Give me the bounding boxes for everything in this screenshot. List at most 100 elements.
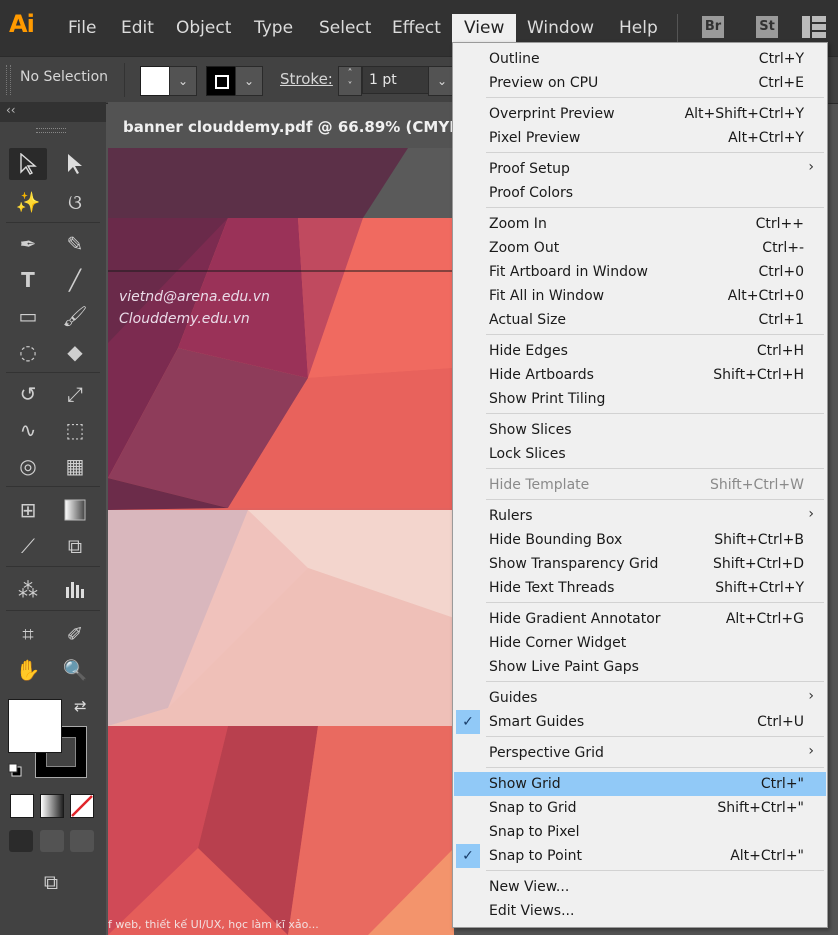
menu-item-new-view[interactable]: New View... (454, 875, 826, 899)
stroke-swatch[interactable] (206, 66, 236, 96)
document-tab[interactable]: banner clouddemy.pdf @ 66.89% (CMYK/G (108, 102, 454, 148)
menu-item-edit-views[interactable]: Edit Views... (454, 899, 826, 923)
type-tool[interactable]: T (9, 264, 47, 296)
menu-item-rulers[interactable]: Rulers › (454, 504, 826, 528)
menu-view[interactable]: View (452, 14, 517, 42)
bridge-button[interactable]: Br (702, 16, 724, 38)
stroke-dropdown[interactable]: ⌄ (235, 66, 263, 96)
control-bar-grip[interactable] (6, 65, 11, 95)
menu-item-lock-slices[interactable]: Lock Slices (454, 442, 826, 466)
scale-tool[interactable]: ⤢ (56, 378, 94, 410)
menu-effect[interactable]: Effect (392, 14, 441, 42)
menu-separator (486, 413, 824, 414)
menu-item-hide-text-threads[interactable]: Hide Text Threads Shift+Ctrl+Y (454, 576, 826, 600)
paintbrush-tool[interactable]: 🖌 (56, 300, 94, 332)
menu-item-fit-artboard[interactable]: Fit Artboard in Window Ctrl+0 (454, 260, 826, 284)
menu-file[interactable]: File (68, 14, 96, 42)
menu-item-show-slices[interactable]: Show Slices (454, 418, 826, 442)
menu-item-guides[interactable]: Guides › (454, 686, 826, 710)
workspace-grid-icon[interactable] (802, 16, 826, 42)
menu-item-actual-size[interactable]: Actual Size Ctrl+1 (454, 308, 826, 332)
mesh-tool[interactable]: ⊞ (9, 494, 47, 526)
fill-swatch[interactable] (140, 66, 170, 96)
perspective-grid-tool[interactable]: ▦ (56, 450, 94, 482)
shape-builder-tool[interactable]: ◎ (9, 450, 47, 482)
stock-button[interactable]: St (756, 16, 778, 38)
rectangle-tool[interactable]: ▭ (9, 300, 47, 332)
menu-item-show-live-paint-gaps[interactable]: Show Live Paint Gaps (454, 655, 826, 679)
stroke-label[interactable]: Stroke: (280, 70, 333, 88)
gradient-tool[interactable] (56, 494, 94, 526)
shaper-tool[interactable]: ◌ (9, 336, 47, 368)
menu-item-snap-to-point[interactable]: ✓ Snap to Point Alt+Ctrl+" (454, 844, 826, 868)
draw-behind-icon[interactable] (40, 830, 64, 852)
menu-item-perspective-grid[interactable]: Perspective Grid › (454, 741, 826, 765)
curvature-tool[interactable]: ✎ (56, 228, 94, 260)
menu-edit[interactable]: Edit (121, 14, 154, 42)
menu-item-outline[interactable]: Outline Ctrl+Y (454, 47, 826, 71)
direct-selection-tool[interactable] (56, 148, 94, 180)
menu-item-hide-artboards[interactable]: Hide Artboards Shift+Ctrl+H (454, 363, 826, 387)
warp-tool[interactable]: ∿ (9, 414, 47, 446)
menu-item-smart-guides[interactable]: ✓ Smart Guides Ctrl+U (454, 710, 826, 734)
menu-item-show-grid[interactable]: Show Grid Ctrl+" (454, 772, 826, 796)
menu-item-overprint-preview[interactable]: Overprint Preview Alt+Shift+Ctrl+Y (454, 102, 826, 126)
footer-text: f web, thiết kế UI/UX, học làm kĩ xảo... (108, 918, 319, 931)
illustrator-logo: Ai (9, 10, 35, 38)
slice-tool[interactable]: ✐ (56, 618, 94, 650)
menu-item-preview-on-cpu[interactable]: Preview on CPU Ctrl+E (454, 71, 826, 95)
artboard-tool[interactable]: ⌗ (9, 618, 47, 650)
magic-wand-tool[interactable]: ✨ (9, 186, 47, 218)
fill-dropdown[interactable]: ⌄ (169, 66, 197, 96)
draw-inside-icon[interactable] (70, 830, 94, 852)
stroke-spinner[interactable]: ˄ ˅ (338, 66, 362, 96)
menu-item-snap-to-pixel[interactable]: Snap to Pixel (454, 820, 826, 844)
symbol-sprayer-tool[interactable]: ⁂ (9, 574, 47, 606)
pen-tool[interactable]: ✒ (9, 228, 47, 260)
menu-item-hide-gradient-annotator[interactable]: Hide Gradient Annotator Alt+Ctrl+G (454, 607, 826, 631)
menu-item-hide-corner-widget[interactable]: Hide Corner Widget (454, 631, 826, 655)
lasso-tool[interactable]: ଓ (56, 186, 94, 218)
menu-select[interactable]: Select (319, 14, 371, 42)
menu-item-snap-to-grid[interactable]: Snap to Grid Shift+Ctrl+" (454, 796, 826, 820)
selection-tool[interactable] (9, 148, 47, 180)
gradient-mode-icon[interactable] (40, 794, 64, 818)
menu-item-hide-edges[interactable]: Hide Edges Ctrl+H (454, 339, 826, 363)
zoom-tool[interactable]: 🔍 (56, 654, 94, 686)
color-mode-icon[interactable] (10, 794, 34, 818)
menu-object[interactable]: Object (176, 14, 231, 42)
collapse-toolbar-icon[interactable]: ‹‹ (6, 103, 16, 117)
submenu-arrow-icon: › (808, 159, 814, 175)
fill-color-box[interactable] (8, 699, 62, 753)
menu-type[interactable]: Type (254, 14, 293, 42)
swap-fill-stroke-icon[interactable]: ⇄ (74, 697, 87, 715)
eraser-tool[interactable]: ◆ (56, 336, 94, 368)
menu-help[interactable]: Help (619, 14, 658, 42)
column-graph-tool[interactable] (56, 574, 94, 606)
draw-normal-icon[interactable] (9, 830, 33, 852)
menu-divider (677, 14, 678, 42)
menu-item-show-transparency-grid[interactable]: Show Transparency Grid Shift+Ctrl+D (454, 552, 826, 576)
hand-tool[interactable]: ✋ (9, 654, 47, 686)
toolbar-grip[interactable] (36, 128, 66, 133)
default-fill-stroke-icon[interactable] (8, 762, 22, 777)
blend-tool[interactable]: ⧉ (56, 530, 94, 562)
line-segment-tool[interactable]: ╱ (56, 264, 94, 296)
menu-item-pixel-preview[interactable]: Pixel Preview Alt+Ctrl+Y (454, 126, 826, 150)
menu-item-zoom-in[interactable]: Zoom In Ctrl++ (454, 212, 826, 236)
menu-window[interactable]: Window (527, 14, 594, 42)
menu-item-hide-bounding-box[interactable]: Hide Bounding Box Shift+Ctrl+B (454, 528, 826, 552)
none-mode-icon[interactable] (70, 794, 94, 818)
menu-item-proof-colors[interactable]: Proof Colors (454, 181, 826, 205)
free-transform-tool[interactable]: ⬚ (56, 414, 94, 446)
stroke-weight-input[interactable]: 1 pt (362, 66, 434, 94)
menu-item-proof-setup[interactable]: Proof Setup › (454, 157, 826, 181)
menu-item-fit-all[interactable]: Fit All in Window Alt+Ctrl+0 (454, 284, 826, 308)
eyedropper-tool[interactable]: ⟋ (9, 530, 47, 562)
separator (6, 372, 100, 373)
artboard-canvas[interactable]: vietnd@arena.edu.vn Clouddemy.edu.vn f w… (108, 148, 454, 935)
change-screen-mode-icon[interactable]: ⧉ (32, 866, 70, 898)
menu-item-zoom-out[interactable]: Zoom Out Ctrl+- (454, 236, 826, 260)
rotate-tool[interactable]: ↺ (9, 378, 47, 410)
menu-item-show-print-tiling[interactable]: Show Print Tiling (454, 387, 826, 411)
